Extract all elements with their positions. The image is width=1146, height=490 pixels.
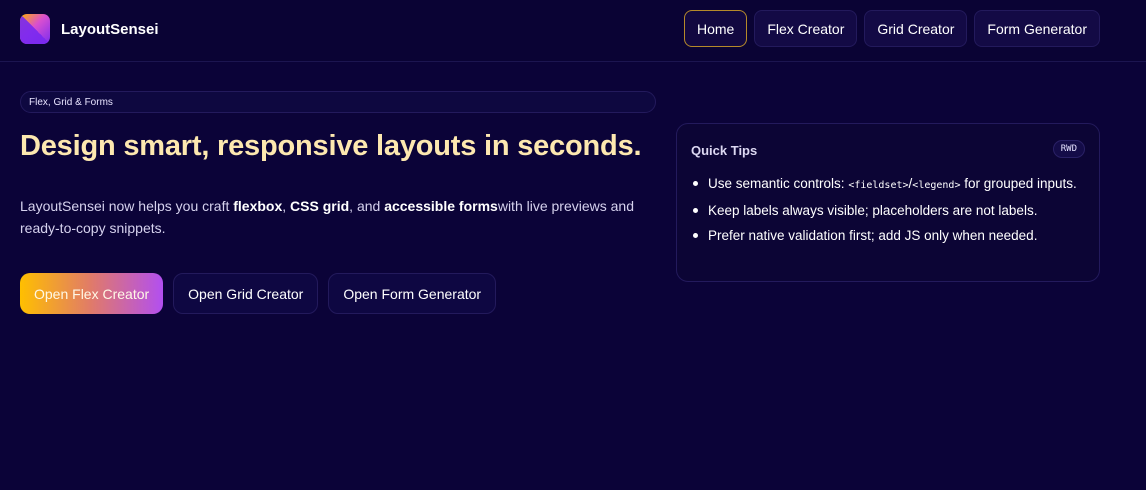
cta-row: Open Flex Creator Open Grid Creator Open… xyxy=(20,273,497,314)
main-nav: Home Flex Creator Grid Creator Form Gene… xyxy=(683,10,1100,47)
open-form-generator-button[interactable]: Open Form Generator xyxy=(328,273,497,314)
brand-logo-icon xyxy=(20,14,50,44)
legend-code: <legend> xyxy=(912,180,961,191)
tip-item: Keep labels always visible; placeholders… xyxy=(691,198,1087,223)
nav-form-generator-button[interactable]: Form Generator xyxy=(974,10,1100,47)
hero-lead: LayoutSensei now helps you craft flexbox… xyxy=(20,195,660,239)
nav-grid-creator-button[interactable]: Grid Creator xyxy=(864,10,968,47)
lead-text-3: , and xyxy=(349,198,385,214)
lead-flexbox: flexbox xyxy=(233,198,283,214)
tip-item: Prefer native validation first; add JS o… xyxy=(691,223,1087,248)
brand-name: LayoutSensei xyxy=(61,20,159,38)
top-bar: LayoutSensei Home Flex Creator Grid Crea… xyxy=(0,0,1146,62)
open-grid-creator-button[interactable]: Open Grid Creator xyxy=(173,273,319,314)
nav-home-button[interactable]: Home xyxy=(683,10,748,47)
tip-item: Use semantic controls: <fieldset>/<legen… xyxy=(691,171,1087,198)
lead-accessible-forms: accessible forms xyxy=(384,198,498,214)
nav-flex-creator-button[interactable]: Flex Creator xyxy=(754,10,858,47)
open-flex-creator-button[interactable]: Open Flex Creator xyxy=(20,273,164,314)
quick-tips-card: Quick Tips RWD Use semantic controls: <f… xyxy=(676,123,1100,282)
hero-headline: Design smart, responsive layouts in seco… xyxy=(20,130,642,162)
hero-badge: Flex, Grid & Forms xyxy=(20,91,656,113)
lead-text-2: , xyxy=(282,198,291,214)
lead-css-grid: CSS grid xyxy=(290,198,350,214)
fieldset-code: <fieldset> xyxy=(848,180,909,191)
tip-text: Use semantic controls: xyxy=(708,176,849,191)
rwd-tag: RWD xyxy=(1052,140,1085,158)
tips-list: Use semantic controls: <fieldset>/<legen… xyxy=(691,171,1087,248)
brand[interactable]: LayoutSensei xyxy=(20,14,159,44)
quick-tips-title: Quick Tips xyxy=(691,143,758,158)
tip-text: for grouped inputs. xyxy=(960,176,1077,191)
lead-text-1: LayoutSensei now helps you craft xyxy=(20,198,234,214)
